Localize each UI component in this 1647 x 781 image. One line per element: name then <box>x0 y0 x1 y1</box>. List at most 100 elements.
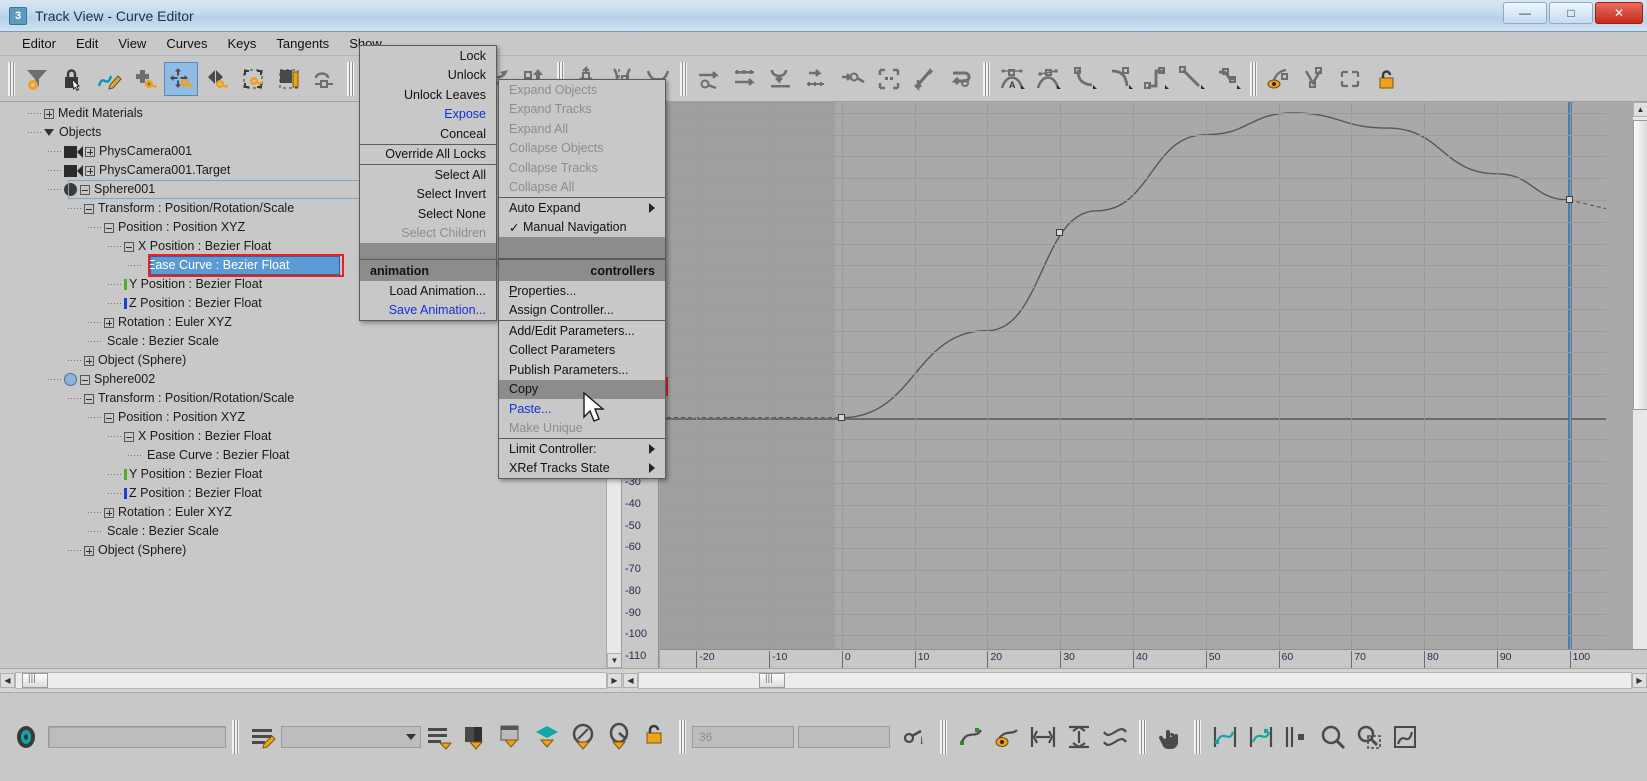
collapse-minus-icon[interactable] <box>80 374 90 385</box>
key-stats-icon[interactable]: i <box>898 719 934 755</box>
collapse-minus-icon[interactable] <box>104 412 114 423</box>
apply-ease-curve-icon[interactable] <box>836 62 870 96</box>
scale-keys-icon[interactable] <box>236 62 270 96</box>
color-swatch[interactable] <box>64 164 77 177</box>
curve-key[interactable] <box>1565 195 1573 203</box>
track-color-green-icon[interactable] <box>124 469 127 480</box>
graph-hscroll-thumb[interactable] <box>759 673 785 688</box>
tree-row[interactable]: Object (Sphere) <box>22 541 607 560</box>
menu-item[interactable]: Select All <box>360 165 496 185</box>
zoom-horizontal-extents-icon[interactable] <box>1025 719 1061 755</box>
color-swatch[interactable] <box>64 145 77 158</box>
tangent-auto-icon[interactable]: A <box>995 62 1029 96</box>
menu-item[interactable]: Add/Edit Parameters... <box>499 321 665 341</box>
expand-plus-icon[interactable] <box>85 146 95 157</box>
filters-icon[interactable] <box>20 62 54 96</box>
hscroll-thumb[interactable] <box>22 673 48 688</box>
frame-field[interactable]: 36 <box>692 726 794 748</box>
snap-frames-icon[interactable] <box>1334 62 1368 96</box>
collapse-minus-icon[interactable] <box>84 393 94 404</box>
menu-view[interactable]: View <box>108 34 156 53</box>
collapse-minus-icon[interactable] <box>124 241 134 252</box>
frame-selection-icon[interactable] <box>1097 719 1133 755</box>
zoom-region-icon[interactable] <box>1351 719 1387 755</box>
scroll-down-arrow[interactable]: ▼ <box>607 653 621 668</box>
slide-keys-icon[interactable] <box>200 62 234 96</box>
show-keyable-icons-icon[interactable] <box>1298 62 1332 96</box>
menu-item[interactable]: Expose <box>360 105 496 125</box>
toolbar-grip-6[interactable] <box>983 61 990 96</box>
tree-row[interactable]: Rotation : Euler XYZ <box>22 503 607 522</box>
filter-icon[interactable] <box>8 719 44 755</box>
ease-curve-icon[interactable] <box>800 62 834 96</box>
curve-key[interactable] <box>1056 228 1064 236</box>
expand-plus-icon[interactable] <box>85 165 95 176</box>
track-color-green-icon[interactable] <box>124 279 127 290</box>
curve-display-icon[interactable] <box>953 719 989 755</box>
x-axis-ruler[interactable]: -20 -10 0 10 20 30 40 50 60 70 80 90 100 <box>660 649 1647 668</box>
expand-plus-icon[interactable] <box>104 507 114 518</box>
expand-plus-icon[interactable] <box>84 355 94 366</box>
loop-icon[interactable] <box>944 62 978 96</box>
track-color-blue-icon[interactable] <box>124 488 127 499</box>
toolbar-grip-2[interactable] <box>347 61 354 96</box>
zoom-value-extents-icon[interactable] <box>1061 719 1097 755</box>
graph-hscrollbar[interactable]: ◀ ▶ <box>623 668 1647 692</box>
menu-item[interactable]: Conceal <box>360 124 496 144</box>
tangent-step-icon[interactable] <box>1139 62 1173 96</box>
bottom-grip-5[interactable] <box>1194 720 1201 754</box>
new-track-set-icon[interactable] <box>457 719 493 755</box>
menu-item[interactable]: Load Animation... <box>360 281 496 301</box>
menu-edit[interactable]: Edit <box>66 34 108 53</box>
track-filter-input[interactable] <box>48 726 226 748</box>
bottom-grip-1[interactable] <box>232 720 239 754</box>
close-button[interactable]: ✕ <box>1595 2 1643 24</box>
toolbar-grip-5[interactable] <box>680 61 687 96</box>
collapse-minus-icon[interactable] <box>124 431 134 442</box>
expand-plus-icon[interactable] <box>84 545 94 556</box>
tree-row[interactable]: Z Position : Bezier Float <box>22 484 607 503</box>
menu-item[interactable]: Save Animation... <box>360 301 496 321</box>
zoom-icon[interactable] <box>1315 719 1351 755</box>
add-keys-icon[interactable] <box>128 62 162 96</box>
menu-item[interactable]: Select Invert <box>360 185 496 205</box>
collapse-minus-icon[interactable] <box>80 184 90 195</box>
bottom-grip-2[interactable] <box>679 720 686 754</box>
freeze-nonselected-icon[interactable] <box>908 62 942 96</box>
graph-scroll-up[interactable]: ▲ <box>1633 102 1647 117</box>
menu-item[interactable]: Unlock <box>360 66 496 86</box>
tangent-linear-icon[interactable] <box>1175 62 1209 96</box>
graph-vscroll-thumb[interactable] <box>1633 120 1647 410</box>
hscroll-right-arrow[interactable]: ▶ <box>607 673 622 688</box>
maximize-viewport-icon[interactable] <box>1387 719 1423 755</box>
lock-tangents-icon[interactable] <box>692 62 726 96</box>
toolbar-grip[interactable] <box>8 61 15 96</box>
flatten-icon[interactable] <box>764 62 798 96</box>
menu-keys[interactable]: Keys <box>218 34 267 53</box>
isolate-curve-icon[interactable] <box>1279 719 1315 755</box>
track-list-hscrollbar[interactable]: ◀ ▶ <box>0 668 622 692</box>
align-keys-icon[interactable] <box>728 62 762 96</box>
expand-plus-icon[interactable] <box>44 108 54 119</box>
copy-layer-icon[interactable] <box>529 719 565 755</box>
minimize-button[interactable]: — <box>1503 2 1547 24</box>
value-field[interactable] <box>798 726 890 748</box>
edit-pencil-icon[interactable] <box>245 719 281 755</box>
show-tangents-icon[interactable] <box>1262 62 1296 96</box>
controllers-context-menu[interactable]: controllers Properties... Assign Controlle… <box>498 259 666 479</box>
curve-grid[interactable] <box>660 102 1606 668</box>
menu-item[interactable]: Limit Controller: <box>499 439 665 459</box>
display-context-menu[interactable]: Lock Unlock Unlock Leaves Expose Conceal Over… <box>359 45 497 265</box>
graph-hscroll-left[interactable]: ◀ <box>623 673 638 688</box>
menu-item[interactable]: Lock <box>360 46 496 66</box>
tangent-slow-icon[interactable] <box>1103 62 1137 96</box>
menu-item[interactable]: Select None <box>360 204 496 224</box>
frame-horizontal-extents-icon[interactable] <box>1207 719 1243 755</box>
tree-row[interactable]: Scale : Bezier Scale <box>22 522 607 541</box>
move-keys-icon[interactable] <box>164 61 198 96</box>
navigation-context-menu[interactable]: Expand Objects Expand Tracks Expand All Col… <box>498 79 666 259</box>
select-region-icon[interactable] <box>872 62 906 96</box>
triangle-down-icon[interactable] <box>44 129 54 136</box>
bottom-grip-3[interactable] <box>940 720 947 754</box>
frame-horizontal-extents-keys-icon[interactable] <box>1243 719 1279 755</box>
